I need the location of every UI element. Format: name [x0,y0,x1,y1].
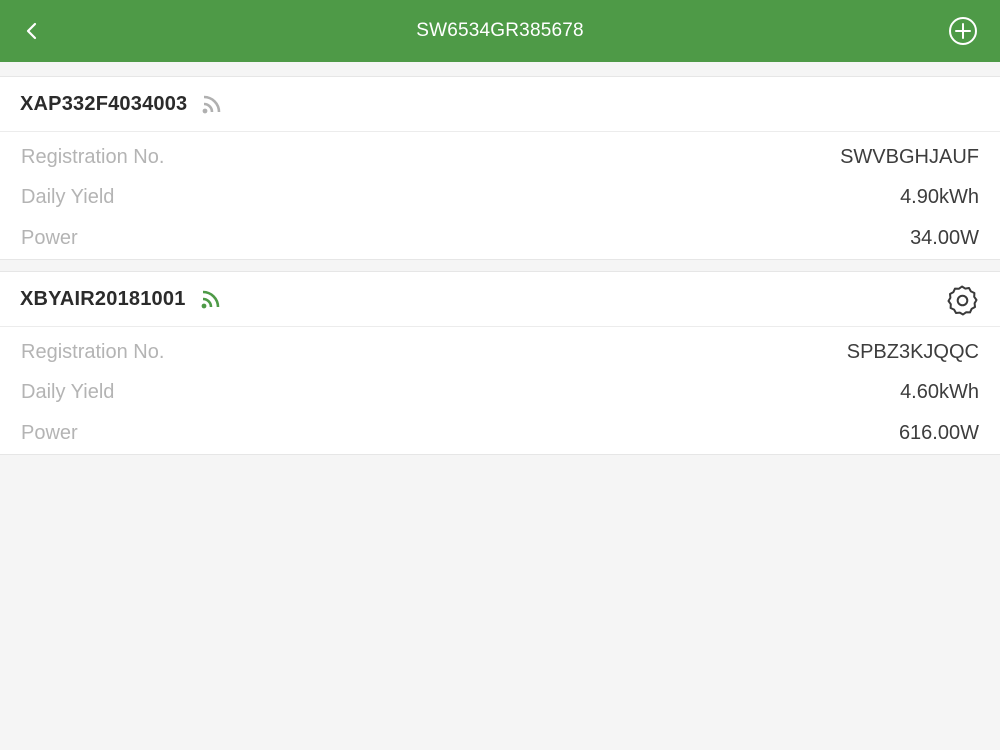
device-name: XAP332F4034003 [20,92,188,115]
wifi-signal-icon [202,95,221,114]
info-value: 4.60kWh [900,381,979,404]
info-row-power: Power 34.00W [0,218,1000,259]
device-card[interactable]: XAP332F4034003 Registration No. SWVBGHJA… [0,76,1000,260]
device-card-header: XBYAIR20181001 [0,272,1000,327]
info-label: Power [21,226,78,249]
info-label: Daily Yield [21,186,115,209]
gear-icon [947,285,978,316]
info-row-daily-yield: Daily Yield 4.90kWh [0,178,1000,219]
info-value: SWVBGHJAUF [840,145,979,168]
info-row-registration: Registration No. SWVBGHJAUF [0,137,1000,178]
info-label: Daily Yield [21,381,115,404]
info-value: 4.90kWh [900,186,979,209]
plus-circle-icon [949,17,977,45]
info-label: Power [21,421,78,444]
device-card[interactable]: XBYAIR20181001 Registration No. SPBZ3KJQ… [0,271,1000,455]
info-label: Registration No. [21,340,165,363]
device-name: XBYAIR20181001 [20,287,186,310]
app-header: SW6534GR385678 [0,0,1000,62]
info-value: 34.00W [910,226,979,249]
add-device-button[interactable] [948,16,978,46]
info-value: SPBZ3KJQQC [846,340,979,363]
page-title: SW6534GR385678 [416,20,584,41]
info-value: 616.00W [898,421,979,444]
info-row-registration: Registration No. SPBZ3KJQQC [0,332,1000,373]
device-card-header: XAP332F4034003 [0,77,1000,132]
info-row-daily-yield: Daily Yield 4.60kWh [0,373,1000,414]
device-settings-button[interactable] [944,283,980,319]
wifi-signal-icon [201,290,219,309]
info-label: Registration No. [21,145,165,168]
info-row-power: Power 616.00W [0,413,1000,454]
